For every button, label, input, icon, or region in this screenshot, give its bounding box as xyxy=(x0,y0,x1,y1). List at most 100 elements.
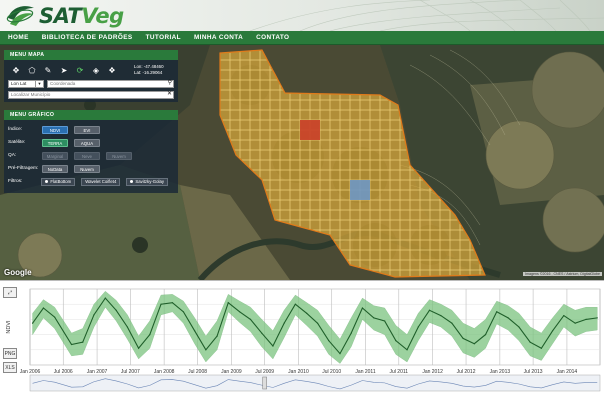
graph-menu-panel: MENU GRÁFICO Índice: NDVI EVI Satélite: … xyxy=(4,110,178,193)
x-tick-label: Jan 2013 xyxy=(490,369,511,375)
main-navigation: HOME BIBLIOTECA DE PADRÕES TUTORIAL MINH… xyxy=(0,31,604,45)
logo-text-veg: Veg xyxy=(81,4,124,28)
x-tick-label: Jul 2006 xyxy=(54,369,73,375)
coordinate-type-value: Lon Lat xyxy=(11,81,27,86)
cursor-coordinates: Lon: -47.48460 Lat: -16.29064 xyxy=(134,64,164,75)
nav-contato[interactable]: CONTATO xyxy=(256,34,289,41)
data-point xyxy=(373,317,375,319)
satelite-aqua-button[interactable]: AQUA xyxy=(74,138,100,147)
qa-nuvem-button[interactable]: Nuvem xyxy=(106,151,132,160)
coordinate-input[interactable]: Coordenada ⚲ xyxy=(47,80,174,88)
xls-export-button[interactable]: XLS xyxy=(3,362,17,373)
ndvi-chart-panel: Jan 2006 Jul 2006 Jan 2007 Jul 2007 Jan 2008… xyxy=(0,280,604,400)
nav-biblioteca-de-padroes[interactable]: BIBLIOTECA DE PADRÕES xyxy=(42,34,133,41)
qa-neve-button[interactable]: Neve xyxy=(74,151,100,160)
indice-ndvi-button[interactable]: NDVI xyxy=(42,125,68,134)
data-point xyxy=(551,330,554,332)
indice-evi-button[interactable]: EVI xyxy=(74,125,100,134)
satelite-label: Satélite: xyxy=(8,140,26,145)
ndvi-timeseries-chart[interactable]: Jan 2006 Jul 2006 Jan 2007 Jul 2007 Jan 2008… xyxy=(0,281,604,400)
map-menu-panel: MENU MAPA ✥ ⬠ ✎ ➤ ⟳ ◈ ❖ Lon: -47.48460 L… xyxy=(4,50,178,102)
data-point xyxy=(428,309,431,311)
x-tick-label: Jan 2014 xyxy=(557,369,578,375)
zoom-icon[interactable]: ⤢ xyxy=(3,287,17,298)
coordinate-placeholder: Coordenada xyxy=(50,81,76,86)
data-point xyxy=(507,317,509,319)
filter-savitzky-label: Savitzky-Golay xyxy=(135,179,164,184)
municipio-search-input[interactable]: Localizar Município ✕ xyxy=(8,91,174,99)
data-point xyxy=(585,318,587,320)
pre-nuvem-button[interactable]: Nuvem xyxy=(74,164,100,173)
data-point xyxy=(160,303,162,305)
layers-alt-icon[interactable]: ❖ xyxy=(104,64,120,76)
navigator-handle[interactable] xyxy=(262,376,267,390)
search-icon[interactable]: ⚲ xyxy=(168,80,172,86)
pre-nodata-button[interactable]: NoData xyxy=(42,164,68,173)
municipio-placeholder: Localizar Município xyxy=(11,92,51,97)
google-watermark: Google xyxy=(4,268,32,277)
data-point xyxy=(283,322,285,324)
map-attribution[interactable]: Imagens ©2016 , CNES / Astrium, DigitalG… xyxy=(523,272,602,276)
radio-dot-icon xyxy=(45,180,49,183)
qa-label: QA: xyxy=(8,153,17,158)
data-point xyxy=(440,315,442,317)
x-tick-label: Jan 2008 xyxy=(154,369,175,375)
data-point xyxy=(104,297,106,299)
data-point xyxy=(42,307,45,309)
satveg-app: SATVeg HOME BIBLIOTECA DE PADRÕES TUTORI… xyxy=(0,0,604,400)
filter-wavelet-label: Wavelet Coiflet4 xyxy=(85,179,117,184)
satelite-terra-button[interactable]: TERRA xyxy=(42,138,68,147)
data-point xyxy=(462,337,464,339)
data-point xyxy=(149,334,151,336)
chevron-down-icon: ▼ xyxy=(35,81,43,87)
selected-cell-red xyxy=(300,120,320,140)
filter-flatbottom-toggle[interactable]: FlatBottom xyxy=(41,177,76,186)
data-point xyxy=(529,341,531,343)
polygon-icon[interactable]: ⬠ xyxy=(24,64,40,76)
data-point xyxy=(574,322,576,324)
crosshair-icon[interactable]: ✥ xyxy=(8,64,24,76)
data-point xyxy=(473,343,475,345)
data-point xyxy=(261,332,263,334)
close-icon[interactable]: ✕ xyxy=(167,91,172,97)
graph-menu-title[interactable]: MENU GRÁFICO xyxy=(4,110,178,120)
filter-savitzky-toggle[interactable]: Savitzky-Golay xyxy=(126,177,168,186)
qa-marginal-button[interactable]: Marginal xyxy=(42,151,68,160)
layers-icon[interactable]: ◈ xyxy=(88,64,104,76)
filter-wavelet-toggle[interactable]: Wavelet Coiflet4 xyxy=(81,177,121,186)
x-tick-label: Jan 2007 xyxy=(87,369,108,375)
x-tick-label: Jul 2013 xyxy=(524,369,543,375)
pointer-icon[interactable]: ➤ xyxy=(56,64,72,76)
nav-home[interactable]: HOME xyxy=(8,34,29,41)
x-tick-label: Jul 2011 xyxy=(390,369,409,375)
map-menu-body: ✥ ⬠ ✎ ➤ ⟳ ◈ ❖ Lon: -47.48460 Lat: -16.29… xyxy=(4,60,178,102)
png-export-button[interactable]: PNG xyxy=(3,348,17,359)
nav-minha-conta[interactable]: MINHA CONTA xyxy=(194,34,243,41)
x-tick-label: Jul 2009 xyxy=(255,369,274,375)
data-point xyxy=(518,326,520,328)
refresh-icon[interactable]: ⟳ xyxy=(72,64,88,76)
data-point xyxy=(540,347,542,349)
data-point xyxy=(406,349,408,351)
data-point xyxy=(316,322,319,324)
data-point xyxy=(194,330,196,332)
pin-icon[interactable]: ✎ xyxy=(40,64,56,76)
data-point xyxy=(249,318,252,320)
chart-side-toolbar: ⤢ PNG XLS xyxy=(3,287,17,376)
x-tick-label: Jul 2008 xyxy=(188,369,207,375)
data-point xyxy=(451,322,453,324)
data-point xyxy=(484,334,487,336)
data-point xyxy=(137,347,140,349)
satveg-logo[interactable]: SATVeg xyxy=(6,3,124,29)
data-point xyxy=(216,335,218,337)
data-point xyxy=(93,314,95,316)
data-point xyxy=(361,307,364,309)
site-header: SATVeg xyxy=(0,0,604,31)
data-point xyxy=(417,326,419,328)
nav-tutorial[interactable]: TUTORIAL xyxy=(146,34,181,41)
coordinate-type-select[interactable]: Lon Lat ▼ xyxy=(8,80,44,88)
map-menu-title[interactable]: MENU MAPA xyxy=(4,50,178,60)
selected-cell-blue xyxy=(350,180,370,200)
x-tick-label: Jan 2010 xyxy=(288,369,309,375)
filtros-label: Filtros: xyxy=(8,179,23,184)
